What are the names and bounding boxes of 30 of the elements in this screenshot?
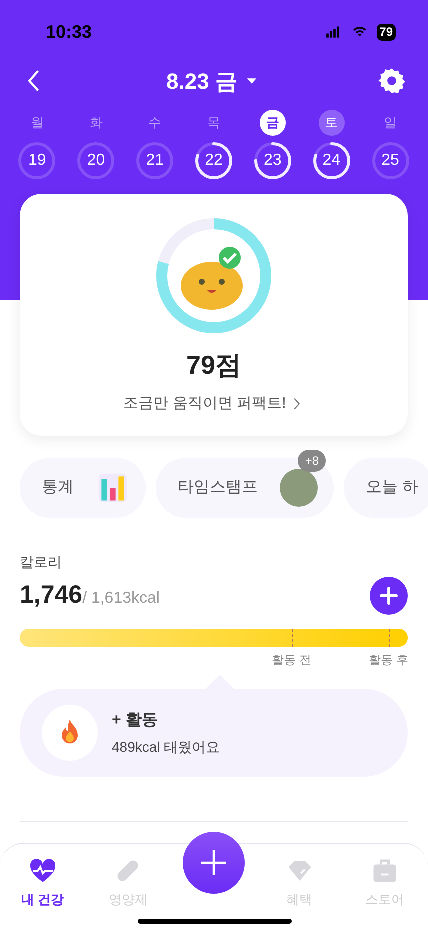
calorie-value: 1,746 <box>20 580 83 612</box>
date-ring[interactable]: 21 <box>136 142 174 180</box>
bar-chart-icon <box>96 471 130 505</box>
date-ring[interactable]: 22 <box>194 142 233 180</box>
calorie-target: / 1,613kcal <box>82 589 160 610</box>
plus-icon <box>198 848 229 878</box>
date-ring[interactable]: 20 <box>77 142 116 180</box>
status-time: 10:33 <box>46 20 92 44</box>
date-ring[interactable]: 24 <box>312 142 351 180</box>
settings-icon[interactable] <box>378 67 406 95</box>
date-ring[interactable]: 23 <box>254 142 292 180</box>
calorie-title: 칼로리 <box>20 553 63 572</box>
score-value: 79점 <box>186 349 242 382</box>
food-photo-placeholder <box>280 469 318 507</box>
activity-detail: 489kcal 태웠어요 <box>112 738 220 756</box>
wifi-icon <box>350 25 369 39</box>
shortcut-chip[interactable]: 오늘 하 <box>344 458 428 518</box>
date-ring[interactable]: 25 <box>372 142 410 180</box>
plus-icon <box>379 586 399 606</box>
date-ring[interactable]: 19 <box>18 142 56 180</box>
mascot-icon <box>181 247 243 310</box>
add-button[interactable] <box>370 577 408 615</box>
marker-label: 활동 전 <box>272 652 312 669</box>
activity-title: + 활동 <box>112 710 159 730</box>
shortcut-chip[interactable]: 통계 <box>20 458 146 518</box>
date-dropdown[interactable]: 8.23 금 <box>166 64 260 98</box>
marker-label: 활동 후 <box>368 652 408 669</box>
score-message[interactable]: 조금만 움직이면 퍼팩트! <box>124 393 286 416</box>
nav-tab[interactable]: 내 건강 <box>0 844 86 932</box>
photo-count-badge: +8 <box>298 450 326 472</box>
